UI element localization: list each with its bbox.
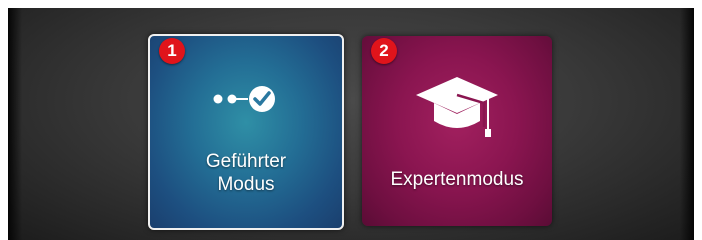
guided-steps-check-icon: [213, 86, 275, 112]
screen-edge-left: [8, 8, 22, 240]
screen-frame: Geführter Modus Expertenmodus 1 2: [0, 0, 702, 240]
expert-mode-tile[interactable]: Expertenmodus: [362, 36, 552, 226]
step-badge-2: 2: [371, 38, 397, 64]
mode-selection-screen: Geführter Modus Expertenmodus: [8, 8, 694, 240]
graduation-cap-icon: [416, 77, 498, 137]
guided-mode-label: Geführter Modus: [205, 151, 287, 195]
step-badge-1: 1: [159, 38, 185, 64]
expert-mode-label: Expertenmodus: [390, 169, 524, 190]
screen-edge-right: [680, 8, 694, 240]
guided-mode-tile[interactable]: Geführter Modus: [148, 34, 344, 230]
